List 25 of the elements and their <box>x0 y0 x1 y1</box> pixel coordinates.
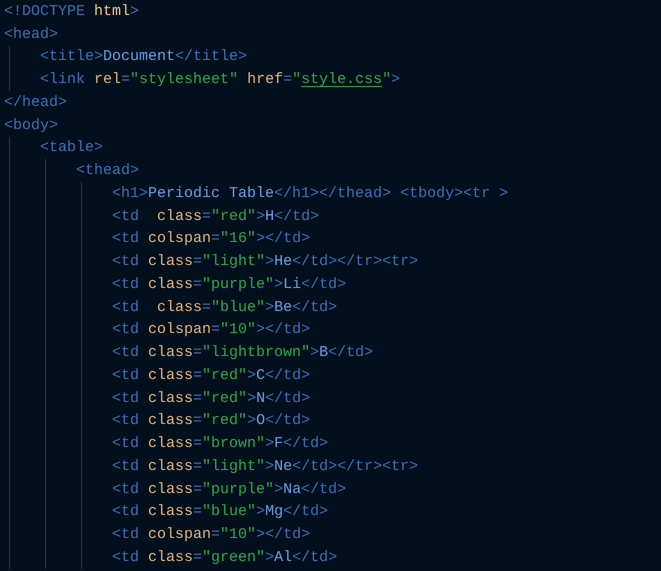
code-line: <td class="red">C</td> <box>112 366 310 384</box>
code-line: <!DOCTYPE html> <box>4 2 140 20</box>
code-line: <h1>Periodic Table</h1></thead> <tbody><tr > <box>112 184 508 202</box>
code-line: <thead> <box>76 162 140 180</box>
code-line: <td colspan="16"></td> <box>112 230 310 248</box>
code-line: <td class="brown">F</td> <box>112 435 328 452</box>
code-line: <td colspan="10"></td> <box>112 321 310 338</box>
code-line: <td class="blue">Mg</td> <box>112 503 328 520</box>
code-line: </head> <box>4 94 68 111</box>
code-line: <td class="red">N</td> <box>112 390 310 407</box>
code-line: <td class="red">H</td> <box>112 208 320 225</box>
code-line: <td class="purple">Li</td> <box>112 276 346 293</box>
code-line: <td class="green">Al</td> <box>112 548 338 566</box>
code-line: <table> <box>40 139 104 156</box>
code-line: <td class="light">Ne</td></tr><tr> <box>112 458 418 475</box>
code-line: <title>Document</title> <box>40 48 248 66</box>
code-line: <td class="light">He</td></tr><tr> <box>112 253 418 270</box>
code-line: <head> <box>4 26 58 43</box>
code-line: <td class="red">O</td> <box>112 412 310 430</box>
code-line: <link rel="stylesheet" href="style.css"> <box>40 71 400 88</box>
code-line: <td class="purple">Na</td> <box>112 480 346 498</box>
code-line: <td class="lightbrown">B</td> <box>112 344 374 362</box>
code-line: <td class="blue">Be</td> <box>112 298 338 316</box>
code-line: <td colspan="10"></td> <box>112 526 310 544</box>
code-line: <body> <box>4 116 58 134</box>
